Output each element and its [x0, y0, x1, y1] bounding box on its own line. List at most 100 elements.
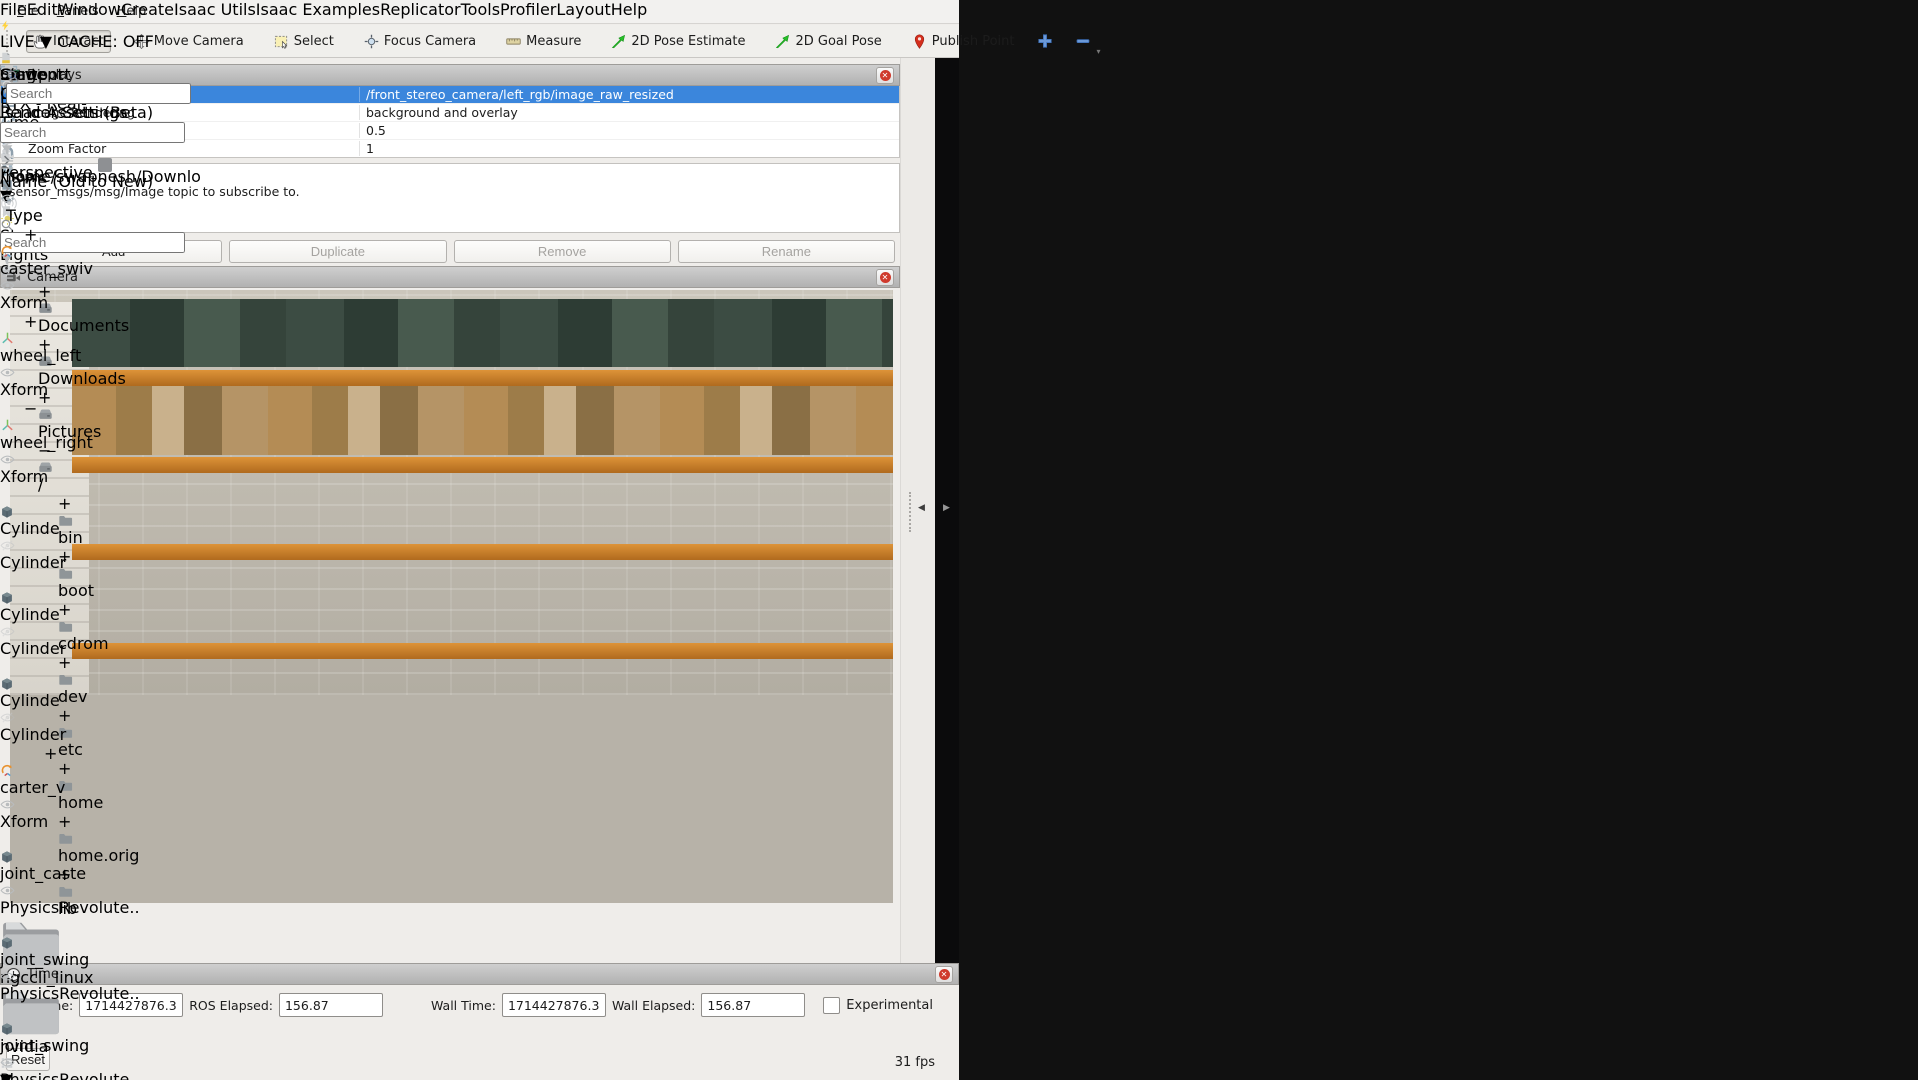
property-search-input[interactable] [6, 83, 191, 104]
time-field-input[interactable] [502, 993, 606, 1017]
stage-row-joint_caste[interactable]: joint_castePhysicsRevolute.. [0, 831, 252, 917]
time-field-label: Wall Time: [431, 998, 496, 1013]
property-value[interactable]: /front_stereo_camera/left_rgb/image_raw_… [359, 87, 899, 102]
expand-icon[interactable]: + [24, 312, 37, 331]
prim-name: caster_swiv [0, 259, 93, 278]
prim-type: Cylinder [0, 553, 66, 572]
cube-icon [0, 591, 252, 605]
visibility-cell[interactable] [0, 969, 252, 984]
stage-row-wheel_right[interactable]: −wheel_rightXform [0, 399, 252, 486]
prim-name-cell: joint_caste [0, 831, 252, 883]
stage-row-joint_swing[interactable]: joint_swingPhysicsRevolute.. [0, 1003, 252, 1080]
isaac-menu-replicator[interactable]: Replicator [380, 0, 461, 19]
tab-render-settings[interactable]: Render Settings [0, 103, 252, 122]
visibility-cell[interactable] [0, 365, 252, 380]
menu-icon[interactable] [0, 157, 252, 172]
camera-close-button[interactable]: ✕ [876, 269, 894, 286]
visibility-cell[interactable] [0, 797, 252, 812]
prim-name: wheel_left [0, 346, 81, 365]
visibility-column-header[interactable] [0, 191, 252, 206]
time-field-input[interactable] [701, 993, 805, 1017]
isaac-menu-isaac-utils[interactable]: Isaac Utils [174, 0, 256, 19]
visibility-cell[interactable] [0, 883, 252, 898]
isaac-menu-help[interactable]: Help [611, 0, 647, 19]
axis-icon [0, 418, 252, 433]
time-field-input[interactable] [279, 993, 383, 1017]
property-value[interactable]: 1 [359, 141, 899, 156]
tool-label: Publish Point [932, 34, 1015, 49]
stage-row-cylinde[interactable]: CylindeCylinder [0, 486, 252, 572]
isaac-menu-create[interactable]: Create [121, 0, 174, 19]
stage-search-input[interactable] [0, 122, 185, 143]
experimental-label: Experimental [846, 998, 933, 1013]
stage-row-wheel_left[interactable]: +wheel_leftXform [0, 312, 252, 399]
cube-icon [0, 850, 252, 864]
stage-row-carter_v[interactable]: +carter_vXform [0, 744, 252, 831]
collapsed-panel[interactable]: ▶ [935, 58, 959, 963]
displays-close-button[interactable]: ✕ [876, 67, 894, 84]
instanceable-checkbox[interactable] [98, 158, 112, 172]
tool-2d-goal-pose[interactable]: 2D Goal Pose [768, 30, 888, 53]
expand-icon[interactable]: + [44, 744, 57, 763]
remove-display-icon[interactable]: ▾ [1075, 33, 1091, 49]
property-value[interactable]: 0.5 [359, 123, 899, 138]
lightning-icon [0, 19, 647, 32]
prim-name: joint_swing [0, 950, 89, 969]
stage-row-cylinde[interactable]: CylindeCylinder [0, 572, 252, 658]
visibility-cell[interactable] [0, 1055, 252, 1070]
eye-icon[interactable] [0, 883, 252, 898]
experimental-checkbox[interactable] [823, 997, 840, 1014]
visibility-cell[interactable] [0, 452, 252, 467]
isaac-menu-isaac-examples[interactable]: Isaac Examples [256, 0, 380, 19]
isaac-menu-profiler[interactable]: Profiler [500, 0, 556, 19]
tool-publish-point[interactable]: Publish Point [905, 30, 1022, 53]
eye-icon[interactable] [0, 969, 252, 984]
prim-name-cell: + caster_swiv [0, 225, 252, 278]
filter-icon[interactable] [0, 143, 252, 157]
collapse-icon[interactable]: − [24, 399, 37, 418]
prim-name-cell: joint_swing [0, 917, 252, 969]
visibility-cell[interactable] [0, 624, 252, 639]
splitter-handle[interactable] [909, 492, 914, 532]
visibility-cell[interactable] [0, 278, 252, 293]
eye-icon[interactable] [0, 1055, 252, 1070]
eye-off-icon[interactable] [0, 710, 252, 725]
stage-row-caster_swiv[interactable]: +caster_swivXform [0, 225, 252, 312]
eye-icon[interactable] [0, 452, 252, 467]
expand-icon[interactable]: + [24, 225, 37, 244]
property-value[interactable]: background and overlay [359, 105, 899, 120]
prim-name: Cylinde [0, 605, 60, 624]
remove-button: Remove [454, 240, 671, 263]
isaac-menu-tools[interactable]: Tools [461, 0, 500, 19]
time-close-button[interactable]: ✕ [935, 966, 953, 983]
isaac-menu-items: FileEditWindowCreateIsaac UtilsIsaac Exa… [0, 0, 647, 19]
stage-search-row [0, 122, 252, 172]
name-column-header[interactable]: Name (Old to New) [0, 172, 153, 191]
visibility-cell[interactable] [0, 538, 252, 553]
green-arrow-icon [775, 34, 790, 49]
stage-search[interactable] [0, 122, 252, 143]
cache-label: CACHE: [57, 32, 118, 51]
add-display-icon[interactable] [1037, 33, 1053, 49]
prim-name-cell: joint_swing [0, 1003, 252, 1055]
panel-splitter[interactable]: ◀ [900, 58, 936, 963]
tool-label: 2D Pose Estimate [631, 34, 745, 49]
expand-right-icon[interactable]: ▶ [943, 503, 950, 513]
eye-icon[interactable] [0, 365, 252, 380]
isaac-menu-file[interactable]: File [0, 0, 27, 19]
stage-row-joint_swing[interactable]: joint_swing PhysicsRevolute.. [0, 917, 252, 1003]
eye-icon[interactable] [0, 278, 252, 293]
isaac-menu-window[interactable]: Window [58, 0, 121, 19]
property-search[interactable] [6, 69, 244, 104]
eye-off-icon[interactable] [0, 624, 252, 639]
type-column-header[interactable]: Type [0, 206, 43, 225]
visibility-cell[interactable] [0, 710, 252, 725]
collapse-left-icon[interactable]: ◀ [918, 503, 925, 513]
eye-icon[interactable] [0, 797, 252, 812]
live-dropdown-caret[interactable]: ▼ [40, 32, 52, 51]
eye-off-icon[interactable] [0, 538, 252, 553]
isaac-menu-layout[interactable]: Layout [556, 0, 610, 19]
isaac-menu-edit[interactable]: Edit [27, 0, 58, 19]
stage-row-cylinde[interactable]: CylindeCylinder [0, 658, 252, 744]
prim-type: PhysicsRevolute.. [0, 984, 140, 1003]
